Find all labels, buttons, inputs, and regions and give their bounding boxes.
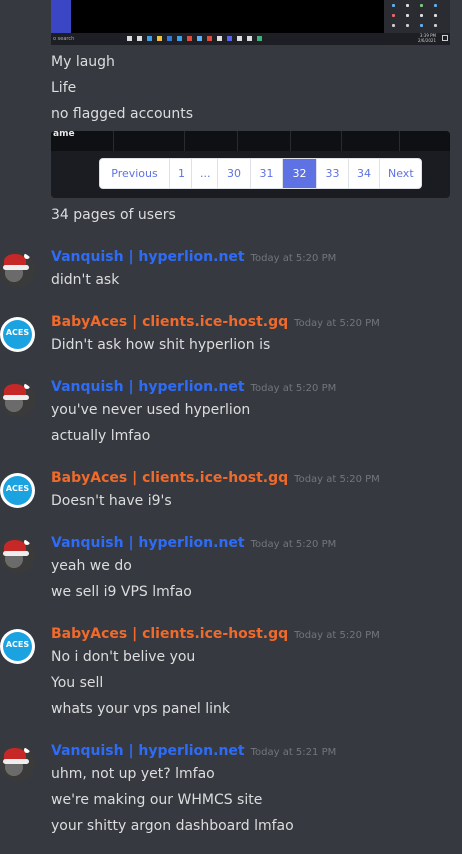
taskbar-app-icon: [227, 36, 232, 41]
taskbar-app-icon: [157, 36, 162, 41]
message-author[interactable]: BabyAces | clients.ice-host.gq Today at 5…: [51, 314, 380, 330]
table-header-row: ame: [51, 131, 450, 151]
message-line: you've never used hyperlion: [51, 402, 251, 418]
taskbar-app-icon: [137, 36, 142, 41]
author-name[interactable]: Vanquish | hyperlion.net: [51, 743, 245, 759]
taskbar-clock: 3:39 PM 2/6/2021: [418, 33, 436, 43]
pagination-page[interactable]: 30: [218, 159, 251, 188]
avatar-vanquish[interactable]: [0, 538, 35, 573]
pagination-page-active[interactable]: 32: [283, 159, 317, 188]
message-timestamp: Today at 5:20 PM: [250, 539, 337, 550]
notification-icon: [442, 35, 448, 41]
message-timestamp: Today at 5:20 PM: [250, 383, 337, 394]
message-author[interactable]: Vanquish | hyperlion.net Today at 5:20 PM: [51, 379, 336, 395]
message-line: Doesn't have i9's: [51, 493, 172, 509]
avatar-babyaces[interactable]: ACES: [0, 629, 35, 664]
message-line: yeah we do: [51, 558, 132, 574]
taskbar-app-icon: [207, 36, 212, 41]
message-author[interactable]: Vanquish | hyperlion.net Today at 5:20 PM: [51, 249, 336, 265]
message-timestamp: Today at 5:20 PM: [294, 318, 380, 329]
author-name[interactable]: Vanquish | hyperlion.net: [51, 249, 245, 265]
message-line: we sell i9 VPS lmfao: [51, 584, 192, 600]
message-author[interactable]: Vanquish | hyperlion.net Today at 5:20 PM: [51, 535, 336, 551]
message-line: Didn't ask how shit hyperlion is: [51, 337, 271, 353]
message-line: whats your vps panel link: [51, 701, 231, 717]
pagination: Previous 1 ... 30 31 32 33 34 Next: [99, 158, 422, 189]
message-line: actually lmfao: [51, 428, 151, 444]
taskbar-icons: [127, 36, 262, 41]
pagination-previous[interactable]: Previous: [100, 159, 170, 188]
message-line: uhm, not up yet? lmfao: [51, 766, 215, 782]
taskbar-app-icon: [177, 36, 182, 41]
system-tray-popup: [384, 0, 450, 33]
message-line: your shitty argon dashboard lmfao: [51, 818, 294, 834]
avatar-vanquish[interactable]: [0, 382, 35, 417]
author-name[interactable]: Vanquish | hyperlion.net: [51, 535, 245, 551]
message-line: 34 pages of users: [51, 207, 176, 223]
taskbar-search: o search: [53, 36, 75, 42]
author-name[interactable]: BabyAces | clients.ice-host.gq: [51, 626, 288, 642]
taskbar-app-icon: [217, 36, 222, 41]
message-author[interactable]: BabyAces | clients.ice-host.gq Today at 5…: [51, 626, 380, 642]
pagination-next[interactable]: Next: [380, 159, 421, 188]
avatar-babyaces[interactable]: ACES: [0, 473, 35, 508]
pagination-page[interactable]: 31: [251, 159, 283, 188]
author-name[interactable]: Vanquish | hyperlion.net: [51, 379, 245, 395]
message-timestamp: Today at 5:20 PM: [294, 474, 380, 485]
message-line: we're making our WHMCS site: [51, 792, 263, 808]
message-line: My laugh: [51, 54, 115, 70]
author-name[interactable]: BabyAces | clients.ice-host.gq: [51, 470, 288, 486]
message-author[interactable]: BabyAces | clients.ice-host.gq Today at 5…: [51, 470, 380, 486]
message-line: Life: [51, 80, 77, 96]
avatar-babyaces[interactable]: ACES: [0, 317, 35, 352]
avatar-aces-label: ACES: [5, 328, 30, 337]
taskbar-app-icon: [167, 36, 172, 41]
taskbar-app-icon: [127, 36, 132, 41]
message-timestamp: Today at 5:20 PM: [294, 630, 380, 641]
pagination-page[interactable]: 1: [170, 159, 192, 188]
embedded-desktop-screenshot[interactable]: o search 3:39 PM 2/6/2021: [51, 0, 450, 45]
message-author[interactable]: Vanquish | hyperlion.net Today at 5:21 PM: [51, 743, 336, 759]
message-line: No i don't belive you: [51, 649, 196, 665]
pagination-ellipsis: ...: [192, 159, 218, 188]
taskbar-app-icon: [257, 36, 262, 41]
table-header-label: ame: [53, 131, 75, 139]
message-line: didn't ask: [51, 272, 120, 288]
taskbar-app-icon: [197, 36, 202, 41]
blue-window-fragment: [51, 0, 71, 33]
message-timestamp: Today at 5:21 PM: [250, 747, 337, 758]
message-line: no flagged accounts: [51, 106, 194, 122]
avatar-aces-label: ACES: [5, 484, 30, 493]
taskbar-app-icon: [247, 36, 252, 41]
message-timestamp: Today at 5:20 PM: [250, 253, 337, 264]
message-line: You sell: [51, 675, 104, 691]
taskbar-app-icon: [187, 36, 192, 41]
pagination-page[interactable]: 33: [317, 159, 349, 188]
taskbar-app-icon: [147, 36, 152, 41]
avatar-aces-label: ACES: [5, 640, 30, 649]
avatar-vanquish[interactable]: [0, 252, 35, 287]
pagination-page[interactable]: 34: [349, 159, 380, 188]
avatar-vanquish[interactable]: [0, 746, 35, 781]
clock-date: 2/6/2021: [418, 38, 436, 43]
taskbar-app-icon: [237, 36, 242, 41]
embedded-pagination-screenshot[interactable]: ame Previous 1 ... 30 31 32 33 34 Next: [51, 131, 450, 198]
windows-taskbar: o search: [51, 33, 450, 45]
author-name[interactable]: BabyAces | clients.ice-host.gq: [51, 314, 288, 330]
